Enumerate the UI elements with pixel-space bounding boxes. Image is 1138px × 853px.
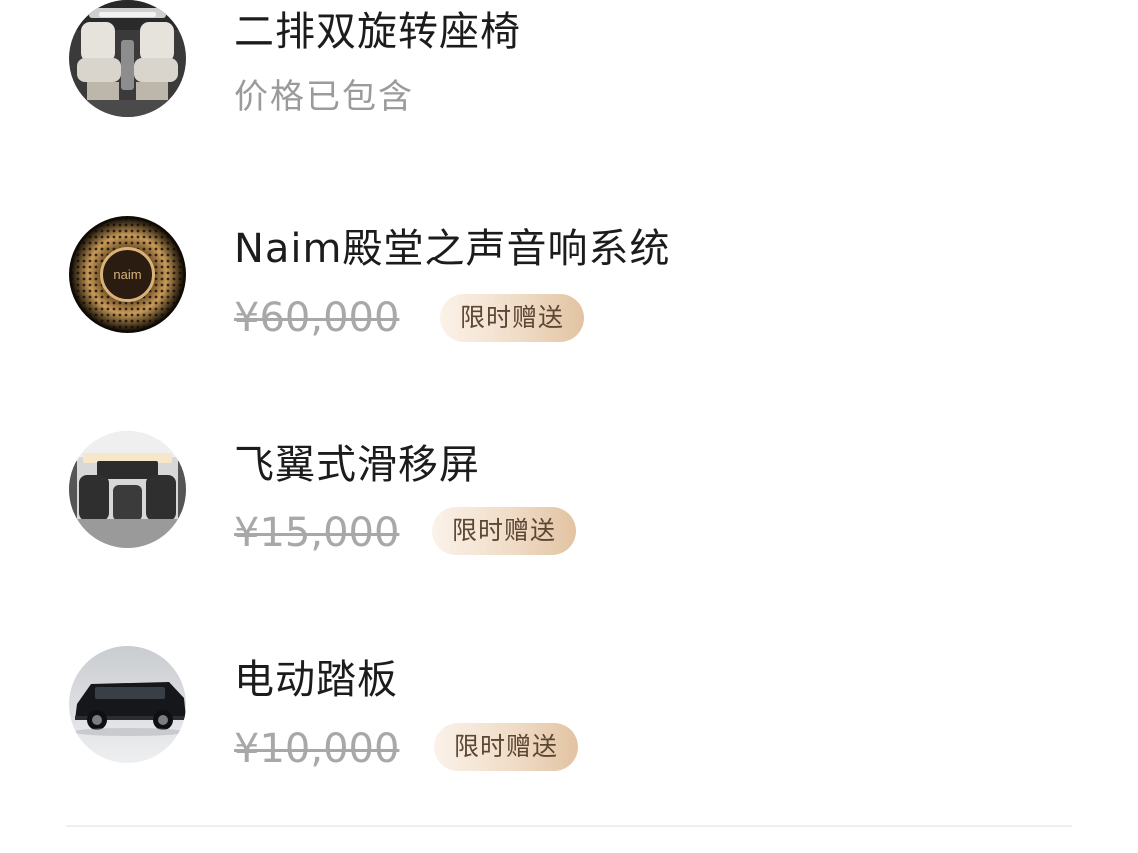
- feature-item-rotating-seats[interactable]: 二排双旋转座椅 价格已包含: [0, 0, 1138, 140]
- original-price: ¥15,000: [234, 510, 400, 556]
- feature-title: 电动踏板: [234, 657, 398, 703]
- limited-gift-badge: 限时赠送: [434, 723, 579, 771]
- feature-item-sliding-screen[interactable]: 飞翼式滑移屏 ¥15,000 限时赠送: [0, 431, 1138, 571]
- limited-gift-badge: 限时赠送: [440, 294, 585, 342]
- naim-logo-text: naim: [113, 267, 141, 282]
- limited-gift-badge: 限时赠送: [432, 507, 577, 555]
- sliding-screen-cabin-photo: [69, 431, 186, 548]
- feature-title: 飞翼式滑移屏: [234, 442, 480, 488]
- bottom-divider: [66, 825, 1072, 827]
- naim-speaker-photo: naim: [69, 216, 186, 333]
- feature-title: 二排双旋转座椅: [234, 9, 521, 55]
- price-included-note: 价格已包含: [234, 77, 414, 117]
- feature-item-naim-audio[interactable]: naim Naim殿堂之声音响系统 ¥60,000 限时赠送: [0, 215, 1138, 355]
- feature-list: 二排双旋转座椅 价格已包含 naim Naim殿堂之声音响系统 ¥60,000 …: [0, 0, 1138, 853]
- original-price: ¥60,000: [234, 295, 400, 341]
- original-price: ¥10,000: [234, 726, 400, 772]
- rotating-seats-photo: [69, 0, 186, 117]
- suv-side-view-photo: [69, 646, 186, 763]
- feature-item-power-step[interactable]: 电动踏板 ¥10,000 限时赠送: [0, 646, 1138, 786]
- feature-title: Naim殿堂之声音响系统: [234, 226, 671, 272]
